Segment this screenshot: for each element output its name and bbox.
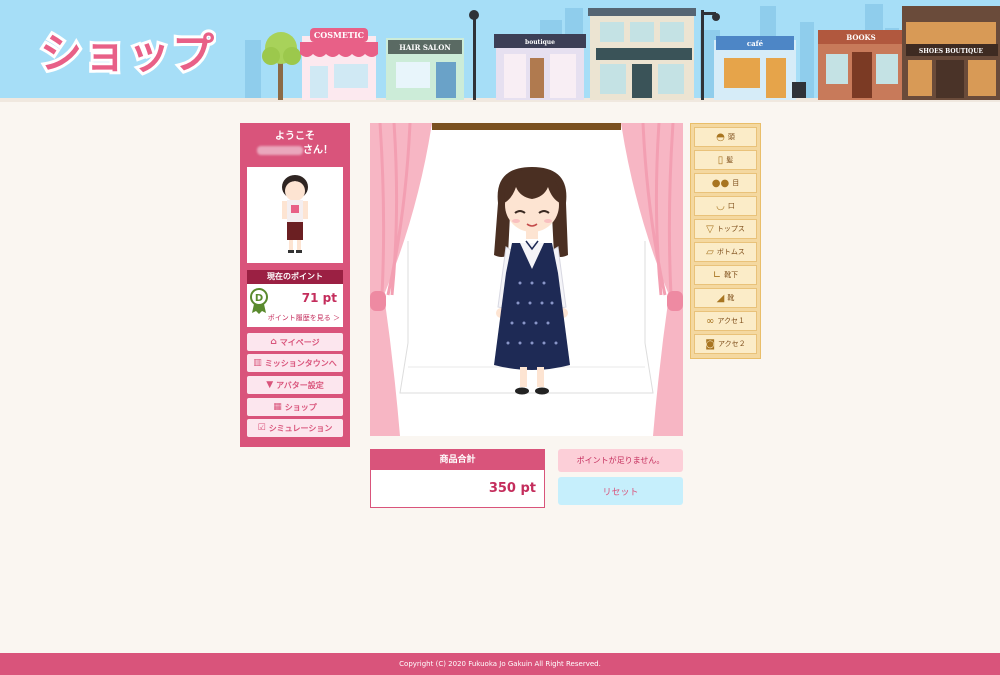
category-accessory1-label: アクセ１	[717, 317, 745, 325]
nav-avatar-settings-button[interactable]: ▼ アバター設定	[247, 376, 343, 394]
nav-mypage-button[interactable]: ⌂ マイページ	[247, 333, 343, 351]
nav-avatar-settings-label: アバター設定	[276, 380, 324, 390]
mouth-icon: ◡	[716, 200, 725, 212]
category-socks-button[interactable]: ∟ 靴下	[694, 265, 757, 285]
item-category-panel: ◓ 頭 ▯ 髪 ●● 目 ◡ 口 ▽ トップス ▱ ボトムス ∟ 靴下 ◢ 靴 ∞ アクセ１ ◙ ア…	[690, 123, 761, 359]
sign-shoes-boutique: SHOES BOUTIQUE	[919, 48, 984, 55]
user-sidebar: ようこそ さん！ 現在のポイント D 71 pt ポイント履歴を見る ＞ ⌂ マ…	[240, 123, 350, 447]
current-points-value: 71 pt	[301, 291, 337, 305]
hair-icon: ▯	[717, 154, 724, 166]
category-head-label: 頭	[727, 133, 735, 141]
welcome-greeting: ようこそ	[275, 131, 315, 142]
category-mouth-label: 口	[727, 202, 735, 210]
category-hair-button[interactable]: ▯ 髪	[694, 150, 757, 170]
category-eyes-label: 目	[732, 179, 740, 187]
sign-cosmetic: COSMETIC	[314, 30, 364, 40]
total-price-label: 商品合計	[371, 450, 544, 470]
nav-simulation-button[interactable]: ☑ シミュレーション	[247, 419, 343, 437]
header-banner: COSMETIC HAIR SALON boutique café BOOKS …	[0, 0, 1000, 102]
nav-shop-button[interactable]: ▦ ショップ	[247, 398, 343, 416]
medal-icon: D	[250, 288, 268, 314]
eyes-icon: ●●	[711, 177, 730, 189]
svg-text:D: D	[255, 293, 263, 304]
glasses-icon: ∞	[706, 315, 715, 327]
category-accessory1-button[interactable]: ∞ アクセ１	[694, 311, 757, 331]
category-shoes-button[interactable]: ◢ 靴	[694, 288, 757, 308]
total-price-value: 350 pt	[488, 481, 536, 496]
sign-boutique: boutique	[525, 39, 555, 46]
welcome-suffix: さん！	[303, 145, 333, 156]
shop-icon: ▦	[273, 402, 282, 412]
category-accessory2-button[interactable]: ◙ アクセ２	[694, 334, 757, 354]
shop-logo-text: ショップ	[40, 29, 216, 78]
category-hair-label: 髪	[726, 156, 734, 164]
shoe-icon: ◢	[716, 292, 725, 304]
category-accessory2-label: アクセ２	[718, 340, 746, 348]
category-socks-label: 靴下	[724, 271, 739, 279]
nav-shop-label: ショップ	[284, 402, 317, 412]
checklist-icon: ☑	[257, 423, 266, 433]
category-tops-button[interactable]: ▽ トップス	[694, 219, 757, 239]
user-name-blurred	[257, 145, 303, 155]
category-tops-label: トップス	[716, 225, 745, 233]
avatar-figure	[282, 175, 308, 253]
category-mouth-button[interactable]: ◡ 口	[694, 196, 757, 216]
category-bottoms-button[interactable]: ▱ ボトムス	[694, 242, 757, 262]
category-head-button[interactable]: ◓ 頭	[694, 127, 757, 147]
tshirt-icon: ▼	[266, 380, 274, 390]
sign-hair-salon: HAIR SALON	[399, 43, 451, 52]
user-avatar-preview	[247, 167, 343, 263]
welcome-message: ようこそ さん！	[240, 130, 350, 158]
current-points-panel: D 71 pt ポイント履歴を見る ＞	[247, 284, 343, 327]
insufficient-points-notice: ポイントが足りません。	[558, 449, 683, 472]
footer-copyright: Copyright (C) 2020 Fukuoka Jo Gakuin All…	[0, 653, 1000, 675]
sign-cafe: café	[747, 39, 764, 48]
nav-mission-town-button[interactable]: ▥ ミッションタウンへ	[247, 354, 343, 372]
nav-simulation-label: シミュレーション	[268, 423, 333, 433]
socks-icon: ∟	[712, 269, 722, 281]
dressed-avatar	[494, 167, 570, 395]
home-icon: ⌂	[270, 337, 277, 347]
building-icon: ▥	[253, 358, 262, 368]
sign-books: BOOKS	[846, 33, 875, 42]
bottoms-icon: ▱	[706, 246, 714, 258]
tops-icon: ▽	[706, 223, 714, 235]
nav-mypage-label: マイページ	[279, 337, 320, 347]
category-eyes-button[interactable]: ●● 目	[694, 173, 757, 193]
points-history-link[interactable]: ポイント履歴を見る ＞	[268, 313, 340, 323]
stage-illustration	[370, 123, 683, 436]
nav-mission-town-label: ミッションタウンへ	[264, 358, 337, 368]
bag-icon: ◙	[705, 338, 716, 350]
avatar-stage	[370, 123, 683, 436]
category-bottoms-label: ボトムス	[716, 248, 745, 256]
reset-button[interactable]: リセット	[558, 477, 683, 505]
current-points-label: 現在のポイント	[247, 270, 343, 284]
total-price-panel: 商品合計 350 pt	[370, 449, 545, 508]
shop-logo: ショップ	[37, 26, 216, 81]
hat-icon: ◓	[716, 131, 725, 143]
category-shoes-label: 靴	[727, 294, 735, 302]
